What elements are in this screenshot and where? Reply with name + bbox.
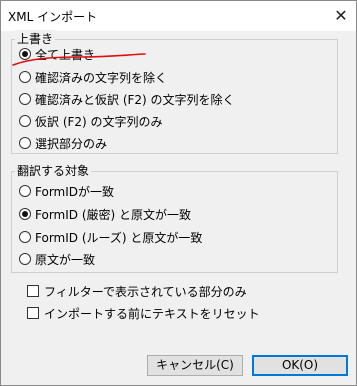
radio-formid-match[interactable]: FormIDが一致 [19,182,114,200]
window-title: XML インポート [8,10,98,24]
radio-selection-only[interactable]: 選択部分のみ [19,134,107,152]
radio-button-icon[interactable] [19,231,31,243]
radio-button-icon[interactable] [19,48,31,60]
radio-button-icon[interactable] [19,253,31,265]
radio-provisional-only[interactable]: 仮訳 (F2) の文字列のみ [19,112,163,130]
radio-button-icon[interactable] [19,115,31,127]
radio-exclude-confirmed-and-provisional[interactable]: 確認済みと仮訳 (F2) の文字列を除く [19,90,235,108]
radio-button-icon[interactable] [19,185,31,197]
radio-button-icon[interactable] [19,137,31,149]
radio-button-icon[interactable] [19,93,31,105]
ok-button[interactable]: OK(O) [252,355,348,376]
close-icon[interactable]: ✕ [332,7,350,25]
radio-label: 確認済みと仮訳 (F2) の文字列を除く [35,92,235,107]
checkbox-icon[interactable] [27,285,39,297]
radio-label: 全て上書き [35,47,96,62]
radio-label: FormID (厳密) と原文が一致 [35,207,192,222]
radio-button-icon[interactable] [19,208,31,220]
checkbox-filter-visible-only[interactable]: フィルターで表示されている部分のみ [27,282,247,300]
radio-label: 確認済みの文字列を除く [35,70,168,85]
radio-label: 原文が一致 [35,252,96,267]
radio-source-match[interactable]: 原文が一致 [19,250,95,268]
radio-exclude-confirmed[interactable]: 確認済みの文字列を除く [19,68,167,86]
checkbox-reset-before-import[interactable]: インポートする前にテキストをリセット [27,304,260,322]
radio-formid-loose[interactable]: FormID (ルーズ) と原文が一致 [19,228,202,246]
radio-label: 仮訳 (F2) の文字列のみ [35,114,163,129]
checkbox-label: インポートする前にテキストをリセット [44,306,260,321]
title-bar: XML インポート ✕ [1,1,356,31]
radio-overwrite-all[interactable]: 全て上書き [19,45,95,63]
radio-label: FormID (ルーズ) と原文が一致 [35,230,203,245]
cancel-button[interactable]: キャンセル(C) [147,355,243,376]
checkbox-icon[interactable] [27,307,39,319]
target-group-label: 翻訳する対象 [15,162,92,179]
checkbox-label: フィルターで表示されている部分のみ [44,284,247,299]
radio-button-icon[interactable] [19,71,31,83]
radio-label: 選択部分のみ [35,136,108,151]
radio-label: FormIDが一致 [35,184,115,199]
radio-formid-strict[interactable]: FormID (厳密) と原文が一致 [19,205,191,223]
xml-import-dialog: XML インポート ✕ 上書き 全て上書き 確認済みの文字列を除く 確認済みと仮… [0,0,357,386]
